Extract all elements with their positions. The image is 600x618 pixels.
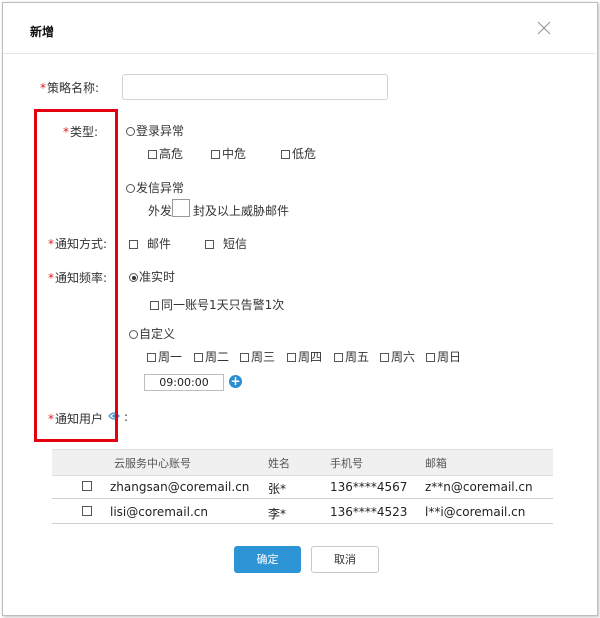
checkbox-mid[interactable]: 中危 bbox=[211, 145, 246, 162]
column-header-name: 姓名 bbox=[268, 457, 290, 470]
checkbox-icon bbox=[287, 353, 296, 362]
checkbox-icon bbox=[426, 353, 435, 362]
checkbox-low[interactable]: 低危 bbox=[281, 145, 316, 162]
row-divider bbox=[52, 523, 553, 524]
table-cell-email: l**i@coremail.cn bbox=[425, 505, 526, 519]
header-divider bbox=[3, 53, 595, 54]
checkbox-high[interactable]: 高危 bbox=[148, 145, 183, 162]
row-divider bbox=[52, 498, 553, 499]
checkbox-sms[interactable]: 短信 bbox=[205, 235, 247, 252]
table-cell-name: 李* bbox=[268, 507, 287, 521]
checkbox-sun[interactable]: 周日 bbox=[426, 348, 461, 365]
checkbox-email[interactable]: 邮件 bbox=[129, 235, 171, 252]
checkbox-icon bbox=[147, 353, 156, 362]
add-time-button[interactable]: + bbox=[229, 375, 242, 388]
table-cell-phone: 136****4567 bbox=[330, 480, 408, 494]
column-header-email: 邮箱 bbox=[425, 457, 447, 470]
policy-name-input[interactable] bbox=[122, 74, 388, 100]
checkbox-icon bbox=[380, 353, 389, 362]
radio-custom[interactable]: 自定义 bbox=[129, 325, 175, 342]
checkbox-icon bbox=[129, 240, 138, 249]
row-checkbox[interactable] bbox=[82, 481, 92, 491]
table-cell-account: zhangsan@coremail.cn bbox=[110, 480, 250, 494]
checkbox-icon bbox=[205, 240, 214, 249]
checkbox-fri[interactable]: 周五 bbox=[334, 348, 369, 365]
checkbox-icon bbox=[150, 301, 159, 310]
checkbox-thu[interactable]: 周四 bbox=[287, 348, 322, 365]
table-cell-name: 张* bbox=[268, 482, 287, 496]
checkbox-icon bbox=[194, 353, 203, 362]
checkbox-once-per-day[interactable]: 同一账号1天只告警1次 bbox=[150, 296, 284, 313]
close-icon[interactable] bbox=[536, 20, 552, 36]
time-input[interactable]: 09:00:00 bbox=[144, 374, 224, 391]
confirm-button[interactable]: 确定 bbox=[234, 546, 301, 573]
checkbox-tue[interactable]: 周二 bbox=[194, 348, 229, 365]
send-prefix: 外发 bbox=[148, 204, 173, 218]
checkbox-icon bbox=[334, 353, 343, 362]
send-count-input[interactable] bbox=[172, 199, 190, 217]
checkbox-icon bbox=[240, 353, 249, 362]
checkbox-icon bbox=[148, 150, 157, 159]
radio-icon bbox=[129, 330, 138, 339]
radio-icon bbox=[126, 127, 135, 136]
send-suffix: 封及以上威胁邮件 bbox=[193, 204, 290, 218]
radio-send-anomaly[interactable]: 发信异常 bbox=[126, 179, 184, 196]
column-header-phone: 手机号 bbox=[330, 457, 363, 470]
cancel-button[interactable]: 取消 bbox=[311, 546, 379, 573]
checkbox-sat[interactable]: 周六 bbox=[380, 348, 415, 365]
checkbox-wed[interactable]: 周三 bbox=[240, 348, 275, 365]
row-checkbox[interactable] bbox=[82, 506, 92, 516]
policy-name-label: *策略名称: bbox=[40, 81, 100, 95]
radio-realtime[interactable]: 准实时 bbox=[129, 268, 175, 285]
checkbox-icon bbox=[211, 150, 220, 159]
notify-user-colon: : bbox=[124, 410, 129, 424]
highlight-box bbox=[34, 109, 118, 442]
required-mark: * bbox=[40, 81, 46, 95]
radio-selected-icon bbox=[129, 273, 138, 282]
dialog-title: 新增 bbox=[30, 25, 55, 39]
table-cell-account: lisi@coremail.cn bbox=[110, 505, 208, 519]
table-cell-phone: 136****4523 bbox=[330, 505, 408, 519]
checkbox-icon bbox=[281, 150, 290, 159]
radio-icon bbox=[126, 184, 135, 193]
column-header-account: 云服务中心账号 bbox=[114, 457, 191, 470]
table-cell-email: z**n@coremail.cn bbox=[425, 480, 533, 494]
radio-login-anomaly[interactable]: 登录异常 bbox=[126, 122, 184, 139]
checkbox-mon[interactable]: 周一 bbox=[147, 348, 182, 365]
